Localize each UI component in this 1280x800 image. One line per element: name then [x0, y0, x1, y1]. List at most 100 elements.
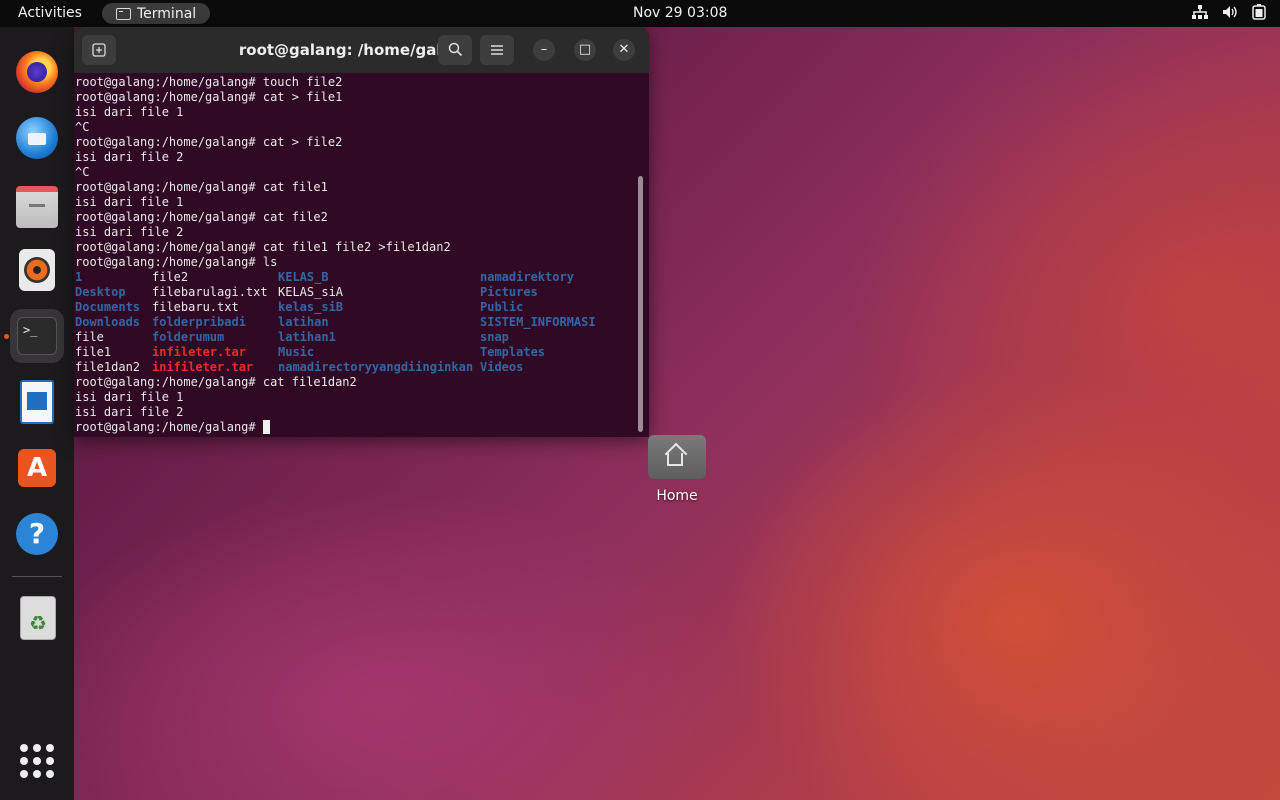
minimize-button[interactable]: – — [533, 39, 555, 61]
close-button[interactable]: ✕ — [613, 39, 635, 61]
menu-button[interactable] — [480, 35, 514, 65]
ls-directory-entry: Desktop — [75, 285, 126, 299]
activities-button[interactable]: Activities — [18, 5, 82, 21]
close-icon: ✕ — [618, 42, 630, 57]
dock-firefox[interactable] — [10, 45, 64, 99]
terminal-line: root@galang:/home/galang# cat > file2 — [75, 135, 343, 149]
terminal-output[interactable]: root@galang:/home/galang# touch file2 roo… — [74, 73, 634, 437]
firefox-icon — [16, 51, 58, 93]
dock-help[interactable]: ? — [10, 507, 64, 561]
prompt: root@galang:/home/galang# — [75, 420, 263, 434]
dock-libreoffice-writer[interactable] — [10, 375, 64, 429]
battery-icon[interactable] — [1252, 4, 1266, 24]
ls-row: Desktop filebarulagi.txt KELAS_siA Pictures — [74, 285, 634, 300]
terminal-line: isi dari file 1 — [75, 105, 184, 119]
writer-icon — [20, 380, 54, 424]
ls-file-entry: filebarulagi.txt — [152, 285, 268, 299]
terminal-line: root@galang:/home/galang# touch file2 — [75, 75, 343, 89]
terminal-line: isi dari file 2 — [75, 405, 184, 419]
app-menu-button[interactable]: Terminal — [102, 3, 211, 24]
ls-directory-entry: folderpribadi — [152, 315, 246, 329]
window-header[interactable]: root@galang: /home/galang – □ ✕ — [74, 27, 649, 73]
dock-thunderbird[interactable] — [10, 111, 64, 165]
app-menu-label: Terminal — [137, 5, 197, 22]
thunderbird-icon — [16, 117, 58, 159]
dock-ubuntu-software[interactable]: A — [10, 441, 64, 495]
help-icon: ? — [16, 513, 58, 555]
ls-file-entry: file2 — [152, 270, 189, 284]
text-cursor — [262, 420, 270, 434]
scrollbar[interactable] — [638, 176, 643, 432]
ls-file-entry: file — [75, 330, 104, 344]
ls-file-entry: file1dan2 — [75, 360, 141, 374]
terminal-window[interactable]: root@galang: /home/galang – □ ✕ root@gal… — [74, 27, 649, 437]
dock-separator — [12, 576, 62, 577]
terminal-line: root@galang:/home/galang# cat file1 file… — [75, 240, 451, 254]
dock: >_ A ? ♻ — [0, 27, 74, 800]
ls-directory-entry: Templates — [480, 345, 546, 359]
dock-terminal[interactable]: >_ — [10, 309, 64, 363]
ls-directory-entry: KELAS_B — [278, 270, 329, 284]
ls-directory-entry: latihan1 — [278, 330, 336, 344]
home-folder-label[interactable]: Home — [640, 488, 714, 504]
volume-icon[interactable] — [1222, 5, 1238, 23]
ls-directory-entry: Music — [278, 345, 315, 359]
ls-file-entry: KELAS_siA — [278, 285, 344, 299]
maximize-icon: □ — [578, 42, 592, 57]
maximize-button[interactable]: □ — [574, 39, 596, 61]
rhythmbox-icon — [19, 249, 55, 291]
terminal-icon — [116, 7, 131, 20]
ls-directory-entry: namadirektory — [480, 270, 574, 284]
system-tray[interactable] — [1192, 4, 1266, 24]
minimize-icon: – — [540, 42, 548, 57]
ls-directory-entry: folderumum — [152, 330, 225, 344]
terminal-line: isi dari file 1 — [75, 195, 184, 209]
ls-row: 1 file2 KELAS_B namadirektory — [74, 270, 634, 285]
terminal-line: root@galang:/home/galang# cat > file1 — [75, 90, 343, 104]
ls-directory-entry: Videos — [480, 360, 524, 374]
ls-directory-entry: Documents — [75, 300, 141, 314]
terminal-line: ^C — [75, 165, 90, 179]
show-applications-icon[interactable] — [20, 744, 54, 778]
ls-directory-entry: namadirectoryyangdiinginkan — [278, 360, 474, 374]
ls-archive-entry: infileter.tar — [152, 345, 246, 359]
terminal-line: root@galang:/home/galang# ls — [75, 255, 278, 269]
terminal-line: isi dari file 1 — [75, 390, 184, 404]
search-button[interactable] — [438, 35, 472, 65]
dock-trash[interactable]: ♻ — [10, 591, 64, 645]
terminal-line: root@galang:/home/galang# cat file2 — [75, 210, 328, 224]
home-folder-icon[interactable] — [648, 435, 706, 479]
ls-file-entry: filebaru.txt — [152, 300, 239, 314]
ls-directory-entry: snap — [480, 330, 509, 344]
new-tab-icon — [92, 43, 106, 57]
ls-directory-entry: Downloads — [75, 315, 141, 329]
ls-directory-entry: Pictures — [480, 285, 538, 299]
terminal-line: ^C — [75, 120, 90, 134]
running-indicator — [4, 334, 9, 339]
hamburger-icon — [491, 45, 503, 55]
ls-output: 1 file2 KELAS_B namadirektory Desktop filebar… — [74, 270, 634, 375]
ls-directory-entry: latihan — [278, 315, 329, 329]
clock[interactable]: Nov 29 03:08 — [633, 5, 727, 21]
ls-archive-entry: inifileter.tar — [152, 360, 254, 374]
ls-row: file folderumum latihan1 snap — [74, 330, 634, 345]
terminal-line: root@galang:/home/galang# cat file1dan2 — [75, 375, 357, 389]
dock-files[interactable] — [10, 177, 64, 231]
trash-icon: ♻ — [20, 596, 56, 640]
ls-directory-entry: SISTEM_INFORMASI — [480, 315, 596, 329]
terminal-line: root@galang:/home/galang# cat file1 — [75, 180, 328, 194]
ls-row: file1 infileter.tar Music Templates — [74, 345, 634, 360]
prompt-line[interactable]: root@galang:/home/galang# — [74, 420, 634, 435]
terminal-line: isi dari file 2 — [75, 225, 184, 239]
network-icon[interactable] — [1192, 5, 1208, 23]
ls-file-entry: file1 — [75, 345, 112, 359]
search-icon — [448, 42, 462, 57]
software-store-icon: A — [18, 449, 56, 487]
ls-directory-entry: kelas_siB — [278, 300, 344, 314]
dock-rhythmbox[interactable] — [10, 243, 64, 297]
terminal-icon: >_ — [17, 317, 57, 355]
ls-row: Documents filebaru.txt kelas_siB Public — [74, 300, 634, 315]
ls-row: file1dan2 inifileter.tar namadirectoryyang… — [74, 360, 634, 375]
ls-directory-entry: Public — [480, 300, 524, 314]
new-tab-button[interactable] — [82, 35, 116, 65]
